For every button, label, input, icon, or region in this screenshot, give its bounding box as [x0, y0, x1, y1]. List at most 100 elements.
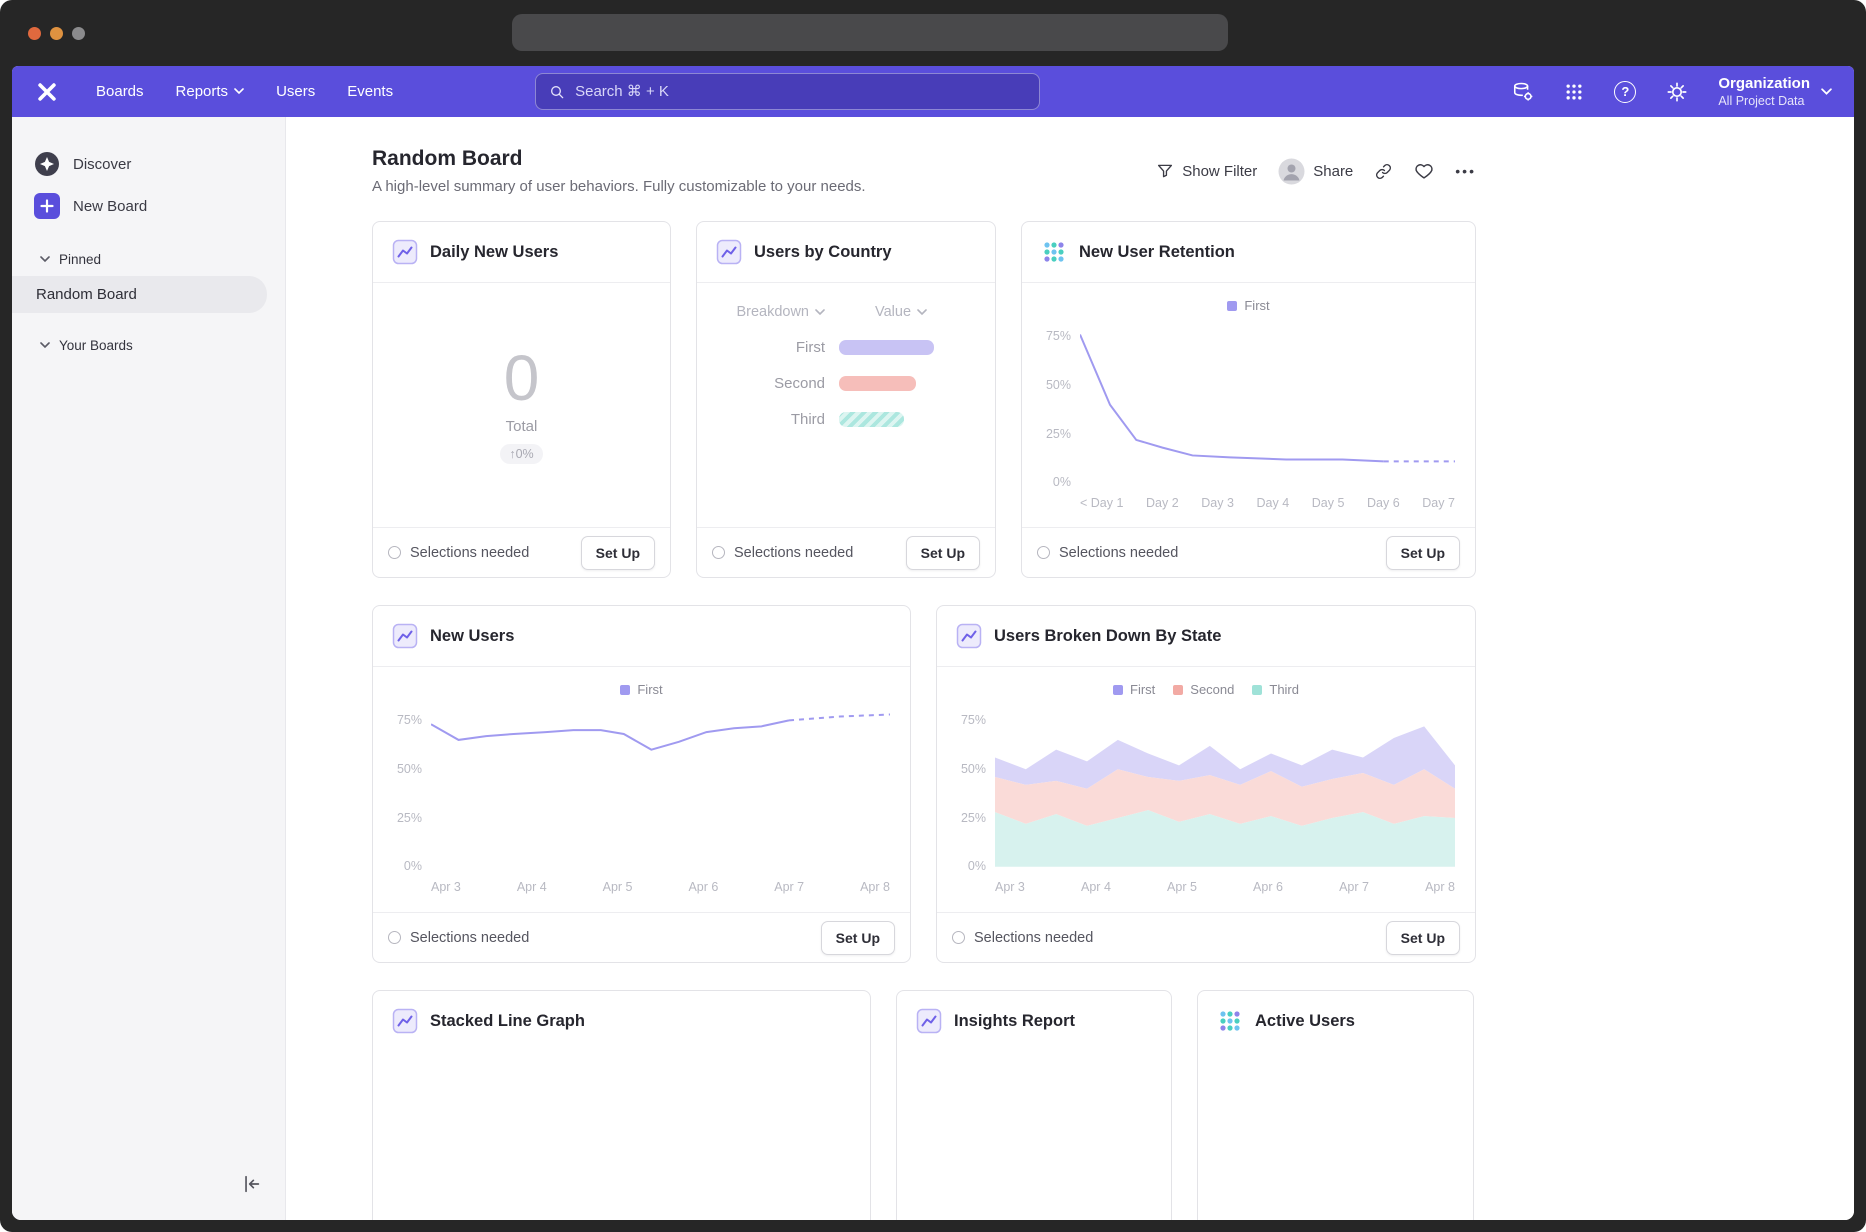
- more-options-icon[interactable]: •••: [1455, 163, 1476, 179]
- card-users-by-state: Users Broken Down By State First Second …: [936, 605, 1476, 963]
- app-content: Boards Reports Users Events: [12, 66, 1854, 1220]
- chevron-down-icon: [1821, 88, 1832, 96]
- card-daily-new-users: Daily New Users 0 Total ↑0% Selections n…: [372, 221, 671, 578]
- search-input[interactable]: [575, 83, 1026, 100]
- sidebar-section-pinned[interactable]: Pinned: [12, 243, 285, 276]
- nav-item-reports[interactable]: Reports: [160, 83, 261, 100]
- sidebar-item-random-board[interactable]: Random Board: [12, 276, 267, 313]
- card-insights-report: Insights Report: [896, 990, 1172, 1220]
- status-label: Selections needed: [734, 545, 853, 561]
- legend-label: Second: [1190, 682, 1234, 697]
- status: Selections needed: [388, 545, 529, 561]
- card-new-users: New Users First 75% 50%: [372, 605, 911, 963]
- copy-link-icon[interactable]: [1374, 162, 1393, 181]
- x-tick: Day 2: [1146, 496, 1179, 510]
- x-tick: Apr 5: [1167, 880, 1197, 894]
- legend-item: First: [1113, 682, 1155, 697]
- org-switcher[interactable]: Organization All Project Data: [1718, 74, 1832, 109]
- status-label: Selections needed: [1059, 545, 1178, 561]
- y-tick: 50%: [397, 762, 422, 776]
- page-title: Random Board: [372, 147, 866, 171]
- legend-label: First: [1244, 298, 1269, 313]
- board-header: Random Board A high-level summary of use…: [372, 147, 1476, 195]
- nav-item-events[interactable]: Events: [331, 83, 409, 100]
- y-tick: 0%: [1053, 475, 1071, 489]
- legend-swatch: [1173, 685, 1183, 695]
- help-icon[interactable]: ?: [1614, 81, 1636, 103]
- x-tick: Apr 8: [1425, 880, 1455, 894]
- legend: First Second Third: [957, 667, 1455, 697]
- favorite-heart-icon[interactable]: [1414, 161, 1434, 181]
- x-tick: Apr 6: [1253, 880, 1283, 894]
- x-tick: Day 6: [1367, 496, 1400, 510]
- sidebar-item-discover[interactable]: Discover: [12, 143, 285, 185]
- bar-third: [839, 412, 904, 427]
- search-icon: [549, 84, 565, 100]
- set-up-button[interactable]: Set Up: [906, 536, 980, 570]
- collapse-sidebar-icon[interactable]: [241, 1173, 263, 1200]
- x-axis: Apr 3Apr 4Apr 5Apr 6Apr 7Apr 8: [995, 880, 1455, 894]
- search-box[interactable]: [535, 73, 1040, 110]
- apps-grid-icon[interactable]: [1564, 82, 1584, 102]
- x-axis: < Day 1Day 2Day 3Day 4Day 5Day 6Day 7: [1080, 496, 1455, 510]
- board-actions: Show Filter Share: [1156, 158, 1476, 185]
- y-tick: 0%: [968, 859, 986, 873]
- set-up-button[interactable]: Set Up: [821, 921, 895, 955]
- x-tick: < Day 1: [1080, 496, 1123, 510]
- set-up-button[interactable]: Set Up: [581, 536, 655, 570]
- close-button[interactable]: [28, 27, 41, 40]
- nav-item-users[interactable]: Users: [260, 83, 331, 100]
- x-tick: Day 7: [1422, 496, 1455, 510]
- x-tick: Apr 7: [774, 880, 804, 894]
- status-label: Selections needed: [410, 930, 529, 946]
- y-tick: 0%: [404, 859, 422, 873]
- x-tick: Day 5: [1312, 496, 1345, 510]
- sidebar-item-new-board[interactable]: New Board: [12, 185, 285, 227]
- status: Selections needed: [388, 930, 529, 946]
- chart-icon: [956, 623, 982, 649]
- nav-item-boards[interactable]: Boards: [80, 83, 160, 100]
- y-tick: 75%: [1046, 329, 1071, 343]
- top-nav: Boards Reports Users Events: [12, 66, 1854, 117]
- share-group: Share: [1278, 158, 1353, 185]
- avatar[interactable]: [1278, 158, 1305, 185]
- bar-label: First: [711, 339, 825, 356]
- bar-label: Third: [711, 411, 825, 428]
- chart-icon: [916, 1008, 942, 1034]
- board-item-label: Random Board: [36, 286, 137, 303]
- set-up-button[interactable]: Set Up: [1386, 536, 1460, 570]
- show-filter-button[interactable]: Show Filter: [1156, 162, 1257, 180]
- x-axis: Apr 3Apr 4Apr 5Apr 6Apr 7Apr 8: [431, 880, 890, 894]
- app-window: Boards Reports Users Events: [0, 0, 1866, 1232]
- x-tick: Apr 3: [431, 880, 461, 894]
- sidebar-section-your-boards[interactable]: Your Boards: [12, 329, 285, 362]
- card-title: New User Retention: [1079, 243, 1235, 262]
- section-label: Your Boards: [59, 338, 133, 353]
- share-button[interactable]: Share: [1313, 163, 1353, 180]
- chart-icon: [716, 239, 742, 265]
- chart-body: First 75% 50% 25% 0%: [373, 667, 910, 912]
- mixpanel-logo-icon[interactable]: [36, 81, 58, 103]
- org-name: Organization: [1718, 74, 1810, 94]
- retention-line-chart: [1080, 326, 1455, 486]
- x-tick: Day 3: [1201, 496, 1234, 510]
- status: Selections needed: [712, 545, 853, 561]
- set-up-button[interactable]: Set Up: [1386, 921, 1460, 955]
- x-tick: Apr 8: [860, 880, 890, 894]
- minimize-button[interactable]: [50, 27, 63, 40]
- sidebar: Discover New Board Pinned Random Board Y…: [12, 117, 286, 1220]
- value-dropdown[interactable]: Value: [875, 304, 969, 320]
- y-tick: 50%: [961, 762, 986, 776]
- chart-body: First 75% 50% 25% 0%: [1022, 283, 1475, 527]
- y-axis: 75% 50% 25% 0%: [957, 710, 995, 870]
- bar-label: Second: [711, 375, 825, 392]
- settings-gear-icon[interactable]: [1666, 81, 1688, 103]
- plus-icon: [34, 193, 60, 219]
- zoom-button[interactable]: [72, 27, 85, 40]
- y-tick: 25%: [397, 811, 422, 825]
- titlebar-tab[interactable]: [512, 14, 1228, 51]
- data-management-icon[interactable]: [1512, 81, 1534, 103]
- breakdown-dropdown[interactable]: Breakdown: [711, 304, 825, 320]
- y-tick: 50%: [1046, 378, 1071, 392]
- status-circle-icon: [388, 931, 401, 944]
